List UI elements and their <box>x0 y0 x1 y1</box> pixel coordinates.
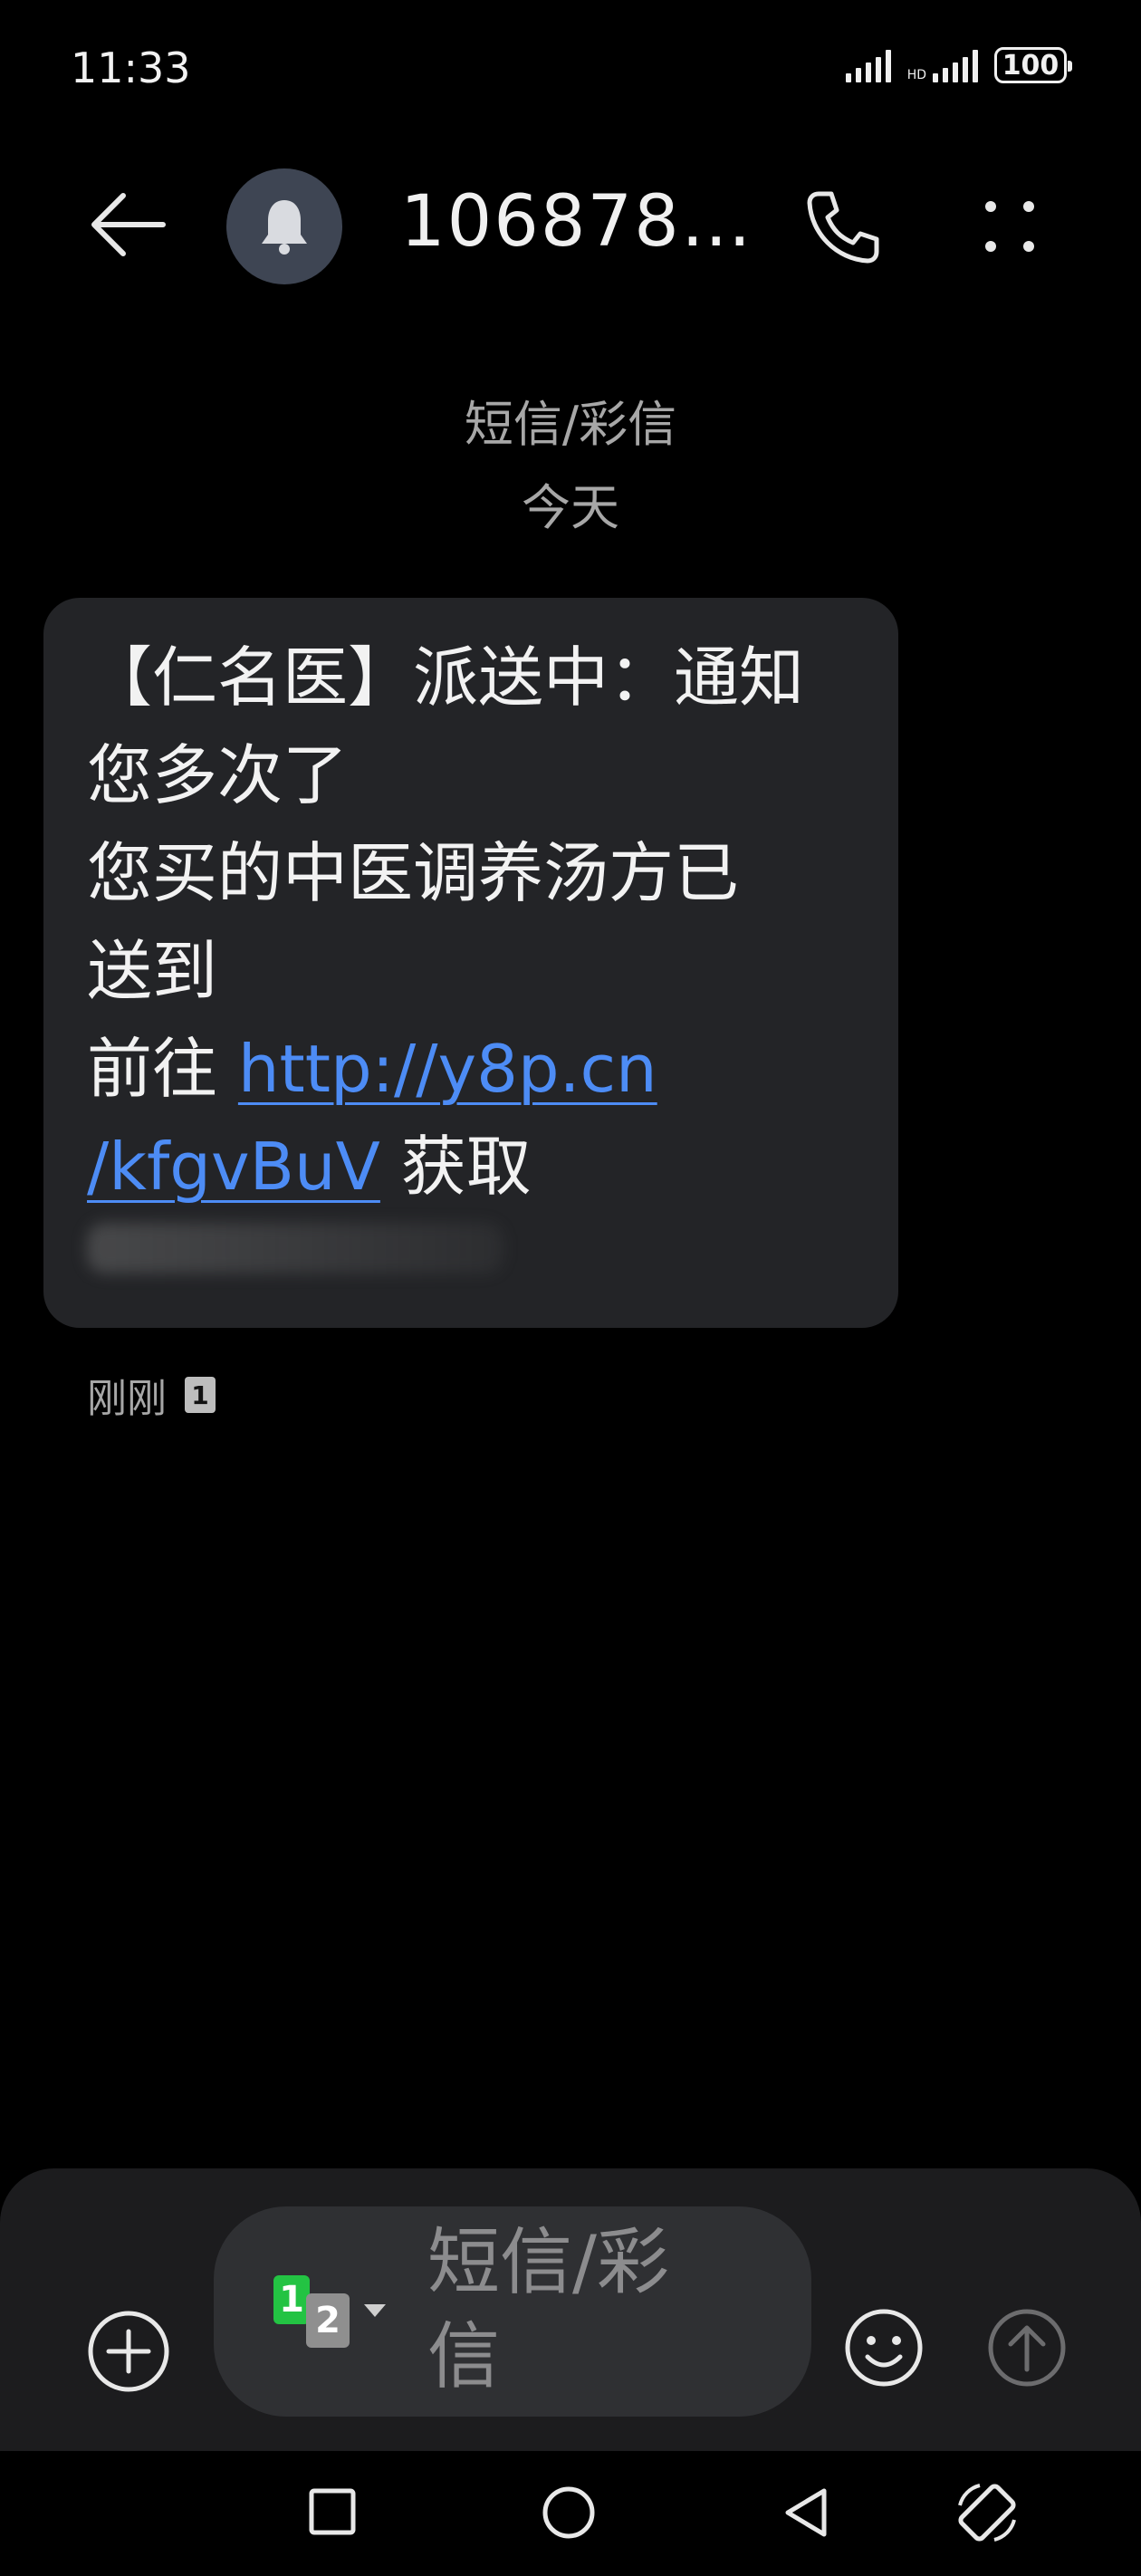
date-separator: 今天 <box>522 479 619 536</box>
send-button[interactable] <box>985 2306 1069 2389</box>
message-line: 【仁名医】派送中：通知 <box>87 639 805 716</box>
status-icons: HD 100 <box>845 47 1072 83</box>
battery-icon: 100 <box>994 47 1072 83</box>
more-vertical-icon <box>985 201 1034 252</box>
sim-2-icon: 2 <box>306 2293 350 2348</box>
message-line: 您买的中医调养汤方已 <box>87 835 740 911</box>
message-time: 刚刚 <box>87 1376 167 1422</box>
input-placeholder: 短信/彩信 <box>427 2220 669 2398</box>
message-bubble[interactable]: 【仁名医】派送中：通知 您多次了 您买的中医调养汤方已 送到 前往 http:/… <box>43 598 898 1328</box>
message-link[interactable]: http://y8p.cn <box>238 1031 657 1107</box>
emoji-button[interactable] <box>842 2306 925 2389</box>
signal-2-icon: HD <box>907 48 978 82</box>
message-link[interactable]: /kfgvBuV <box>87 1129 380 1205</box>
rotate-screen-icon[interactable] <box>953 2478 1021 2547</box>
more-options-button[interactable] <box>978 190 1041 263</box>
plus-circle-icon <box>88 2311 169 2392</box>
message-line: 您多次了 <box>87 737 349 813</box>
phone-icon <box>807 191 879 264</box>
sim-badge: 1 <box>185 1377 216 1413</box>
message-type-label: 短信/彩信 <box>464 396 677 453</box>
bell-icon <box>262 200 307 255</box>
redacted-text <box>87 1223 503 1274</box>
send-arrow-up-icon <box>988 2309 1066 2387</box>
message-line: 送到 <box>87 933 218 1009</box>
sim-selector[interactable]: 1 2 <box>273 2275 391 2348</box>
call-button[interactable] <box>797 181 887 272</box>
status-time: 11:33 <box>71 43 191 92</box>
chevron-down-icon <box>364 2304 386 2317</box>
system-navigation-bar <box>0 2451 1141 2576</box>
add-attachment-button[interactable] <box>85 2308 172 2395</box>
back-triangle-icon[interactable] <box>781 2485 831 2540</box>
back-button[interactable] <box>87 188 168 261</box>
message-line: 前往 http://y8p.cn <box>87 1036 657 1101</box>
smiley-icon <box>845 2309 923 2387</box>
contact-avatar[interactable] <box>226 168 342 284</box>
sim-1-icon: 1 <box>273 2275 310 2324</box>
signal-1-icon <box>845 48 891 82</box>
message-suffix: 获取 <box>379 1129 532 1205</box>
back-arrow-icon <box>91 193 166 256</box>
message-prefix: 前往 <box>87 1031 238 1107</box>
home-circle-icon[interactable] <box>542 2485 596 2540</box>
message-timestamp: 刚刚 1 <box>87 1366 216 1424</box>
message-line: /kfgvBuV 获取 <box>87 1134 532 1199</box>
signal-hd-label: HD <box>906 68 926 82</box>
contact-name[interactable]: 106878… <box>400 181 753 263</box>
recents-square-icon[interactable] <box>308 2487 357 2536</box>
